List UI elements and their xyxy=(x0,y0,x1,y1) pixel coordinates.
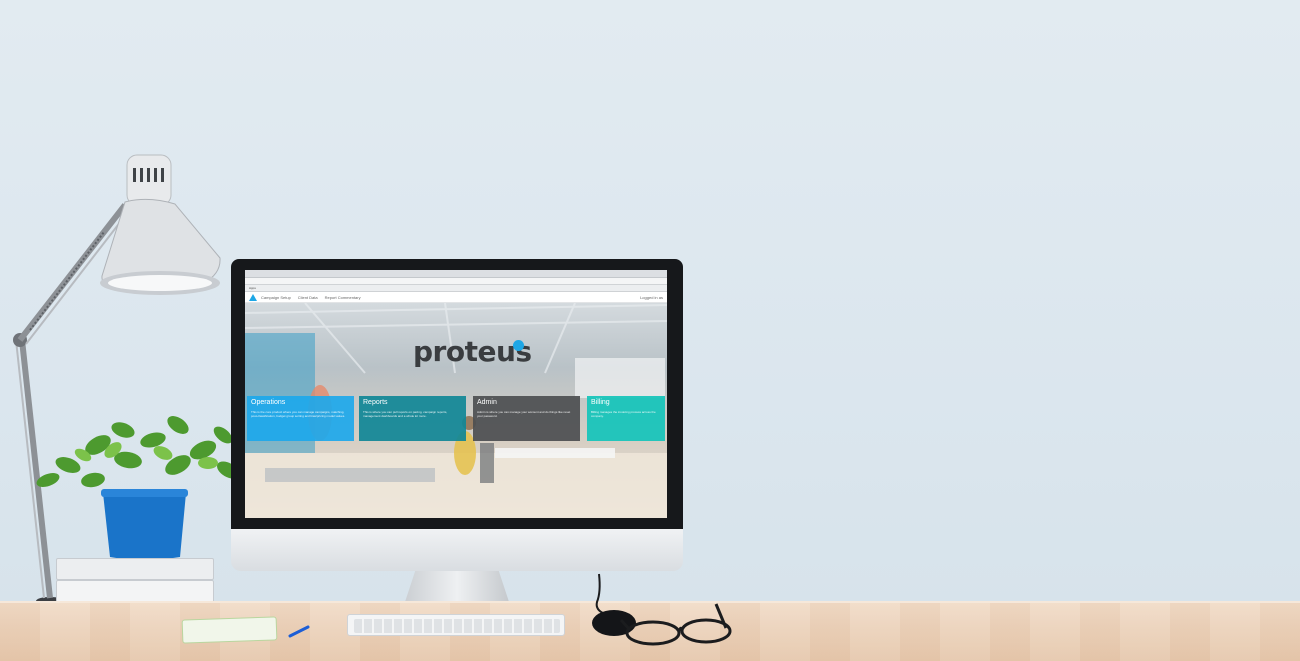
pen-icon xyxy=(288,625,310,638)
hero-office-photo: proteus Operations This is the core prod… xyxy=(245,303,667,518)
bookmark-item[interactable] xyxy=(303,285,317,291)
keyboard xyxy=(347,614,565,636)
bookmark-item[interactable] xyxy=(393,285,407,291)
bookmark-item[interactable] xyxy=(339,285,353,291)
potted-plant xyxy=(36,416,239,560)
screen: Apps Campaign Setup Client Data Report C… xyxy=(245,270,667,518)
bookmark-item[interactable] xyxy=(321,285,335,291)
tile-description: This is where you can pull reports on pa… xyxy=(363,410,448,418)
browser-tab-strip xyxy=(245,270,667,278)
nav-link-report-commentary[interactable]: Report Commentary xyxy=(325,292,361,303)
bookmark-item[interactable] xyxy=(267,285,281,291)
login-status[interactable]: Logged in as xyxy=(640,292,663,303)
tile-operations[interactable]: Operations This is the core product wher… xyxy=(247,396,354,441)
bookmark-item[interactable] xyxy=(285,285,299,291)
bookmark-item[interactable] xyxy=(429,285,443,291)
tile-title: Operations xyxy=(251,399,286,406)
bookmark-item[interactable] xyxy=(357,285,371,291)
tile-title: Billing xyxy=(591,399,610,406)
tile-description: Admin is where you can manage your accou… xyxy=(477,410,571,418)
bookmark-item[interactable] xyxy=(447,285,461,291)
bookmark-item[interactable]: Apps xyxy=(249,285,263,291)
bookmarks-bar: Apps xyxy=(245,285,667,292)
tile-admin[interactable]: Admin Admin is where you can manage your… xyxy=(473,396,580,441)
tile-description: Billing manages the invoicing process ac… xyxy=(591,410,656,418)
tile-description: This is the core product where you can m… xyxy=(251,410,346,418)
monitor-chin xyxy=(231,529,683,571)
bookmark-item[interactable] xyxy=(537,285,551,291)
bookmark-item[interactable] xyxy=(411,285,425,291)
bookmark-item[interactable] xyxy=(375,285,389,291)
tile-billing[interactable]: Billing Billing manages the invoicing pr… xyxy=(587,396,665,441)
eyeglasses-icon xyxy=(619,603,732,646)
app-navbar: Campaign Setup Client Data Report Commen… xyxy=(245,292,667,303)
bookmark-item[interactable] xyxy=(519,285,533,291)
nav-link-client-data[interactable]: Client Data xyxy=(298,292,318,303)
brand-wordmark: proteus xyxy=(413,335,532,368)
tile-title: Reports xyxy=(363,399,388,406)
tile-title: Admin xyxy=(477,399,497,406)
bookmark-item[interactable] xyxy=(483,285,497,291)
notepad xyxy=(181,616,278,644)
nav-link-campaign-setup[interactable]: Campaign Setup xyxy=(261,292,291,303)
brand-dot xyxy=(513,340,524,351)
bookmark-item[interactable] xyxy=(501,285,515,291)
proteus-logo-icon[interactable] xyxy=(249,294,257,301)
tile-reports[interactable]: Reports This is where you can pull repor… xyxy=(359,396,466,441)
address-bar[interactable] xyxy=(245,278,667,285)
bookmark-item[interactable] xyxy=(465,285,479,291)
